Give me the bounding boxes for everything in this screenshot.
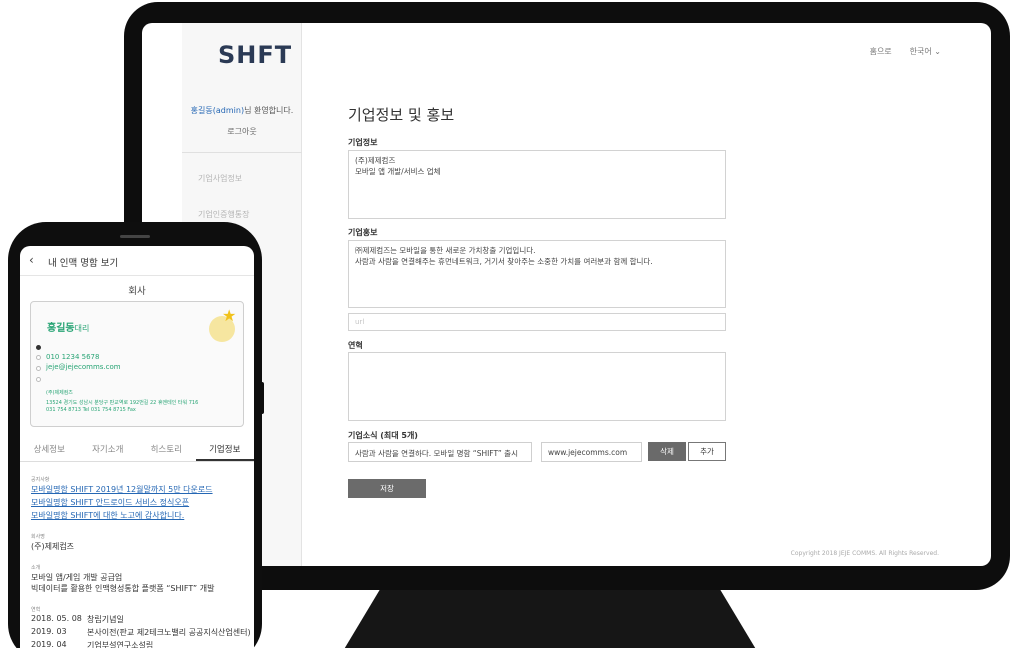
card-email: jeje@jejecomms.com	[46, 363, 121, 371]
add-button[interactable]: 추가	[688, 442, 726, 461]
sidebar-item-company-cert[interactable]: 기업인증행통장	[198, 209, 250, 220]
company-info-textarea[interactable]: (주)제제컴즈 모바일 앱 개발/서비스 업체	[348, 150, 726, 219]
location-icon	[36, 377, 41, 382]
mobile-section-title: 회사	[128, 286, 146, 297]
news-url-input[interactable]: www.jejecomms.com	[541, 442, 642, 462]
phone-side-button	[260, 382, 264, 414]
intro-section-label: 소개	[31, 565, 41, 571]
save-button[interactable]: 저장	[348, 479, 426, 498]
phone-icon	[36, 355, 41, 360]
tab-self-intro[interactable]: 자기소개	[79, 440, 138, 461]
promotion-textarea[interactable]: ㈜제제컴즈는 모바일을 통한 새로운 가치창출 기업입니다. 사람과 사람을 연…	[348, 240, 726, 308]
promotion-label: 기업홍보	[348, 228, 378, 237]
welcome-username: 홍길동(admin)	[190, 106, 245, 115]
mobile-header: ‹ 내 인맥 명함 보기	[20, 246, 254, 276]
history-row: 2019. 04 기업부설연구소설립	[31, 640, 154, 648]
company-info-label: 기업정보	[348, 138, 378, 147]
card-address: 13524 경기도 성남시 분당구 판교역로 192번길 22 휴엔테인 타워 …	[46, 400, 199, 406]
desktop-screen: SHFT 홍길동(admin)님 환영합니다. 로그아웃 기업사업정보 기업인증…	[142, 23, 991, 566]
history-label: 연혁	[348, 341, 363, 350]
tab-details[interactable]: 상세정보	[20, 440, 79, 461]
intro-line: 모바일 앱/게임 개발 공급업	[31, 573, 123, 582]
history-row: 2018. 05. 08 창립기념일	[31, 614, 124, 624]
news-link[interactable]: 모바일명함 SHIFT에 대한 노고에 감사합니다.	[31, 510, 184, 521]
phone-speaker	[120, 235, 150, 238]
monitor-stand	[340, 586, 760, 648]
url-input[interactable]: url	[348, 313, 726, 331]
news-link[interactable]: 모바일명함 SHIFT 2019년 12월말까지 5만 다운로드	[31, 484, 213, 495]
mobile-header-title: 내 인맥 명함 보기	[48, 258, 119, 269]
top-navigation: 홈으로 한국어 ⌄	[870, 46, 941, 57]
delete-button[interactable]: 삭제	[648, 442, 686, 461]
history-row: 2019. 03 본사이전(판교 제2테크노밸리 공공지식산업센터)	[31, 627, 251, 637]
card-company: (주)제제컴즈	[46, 390, 73, 396]
desktop-main-content: 홈으로 한국어 ⌄ 기업정보 및 홍보 기업정보 (주)제제컴즈 모바일 앱 개…	[302, 23, 991, 566]
mobile-screen: ‹ 내 인맥 명함 보기 회사 홍길동대리 ★ 010 1234 5678 je…	[20, 246, 254, 648]
home-link[interactable]: 홈으로	[870, 46, 892, 57]
mobile-tabs: 상세정보 자기소개 히스토리 기업정보	[20, 440, 254, 462]
news-label: 기업소식 (최대 5개)	[348, 431, 418, 440]
business-card[interactable]: 홍길동대리 ★ 010 1234 5678 jeje@jejecomms.com…	[30, 301, 244, 427]
news-section-label: 공지사항	[31, 477, 50, 483]
tab-history[interactable]: 히스토리	[137, 440, 196, 461]
company-section-label: 회사명	[31, 534, 45, 540]
language-select[interactable]: 한국어 ⌄	[910, 46, 941, 57]
copyright: Copyright 2018 JEJE COMMS. All Rights Re…	[790, 550, 939, 557]
sidebar-item-company-business[interactable]: 기업사업정보	[198, 173, 242, 184]
history-section-label: 연혁	[31, 607, 41, 613]
page-title: 기업정보 및 홍보	[348, 106, 455, 124]
intro-line: 빅데이터를 활용한 인맥형성통합 플랫폼 “SHIFT” 개발	[31, 584, 215, 593]
shift-logo: SHFT	[218, 41, 293, 69]
dot-icon	[36, 345, 41, 350]
history-textarea[interactable]	[348, 352, 726, 421]
email-icon	[36, 366, 41, 371]
news-link[interactable]: 모바일명함 SHIFT 안드로이드 서비스 정식오픈	[31, 497, 189, 508]
card-contact: 031 754 8713 Tel 031 754 8715 Fax	[46, 407, 136, 413]
card-position: 대리	[74, 324, 90, 333]
welcome-message: 홍길동(admin)님 환영합니다.	[190, 106, 294, 115]
sidebar-divider	[182, 152, 302, 153]
card-phone: 010 1234 5678	[46, 353, 100, 361]
back-arrow-icon[interactable]: ‹	[29, 253, 34, 267]
news-text-input[interactable]: 사람과 사람을 연결하다. 모바일 명함 “SHIFT” 출시	[348, 442, 532, 462]
tab-company-info[interactable]: 기업정보	[195, 440, 254, 461]
card-name: 홍길동대리	[47, 323, 90, 334]
logout-link[interactable]: 로그아웃	[182, 126, 302, 137]
company-name: (주)제제컴즈	[31, 542, 75, 551]
star-icon[interactable]: ★	[222, 306, 236, 325]
